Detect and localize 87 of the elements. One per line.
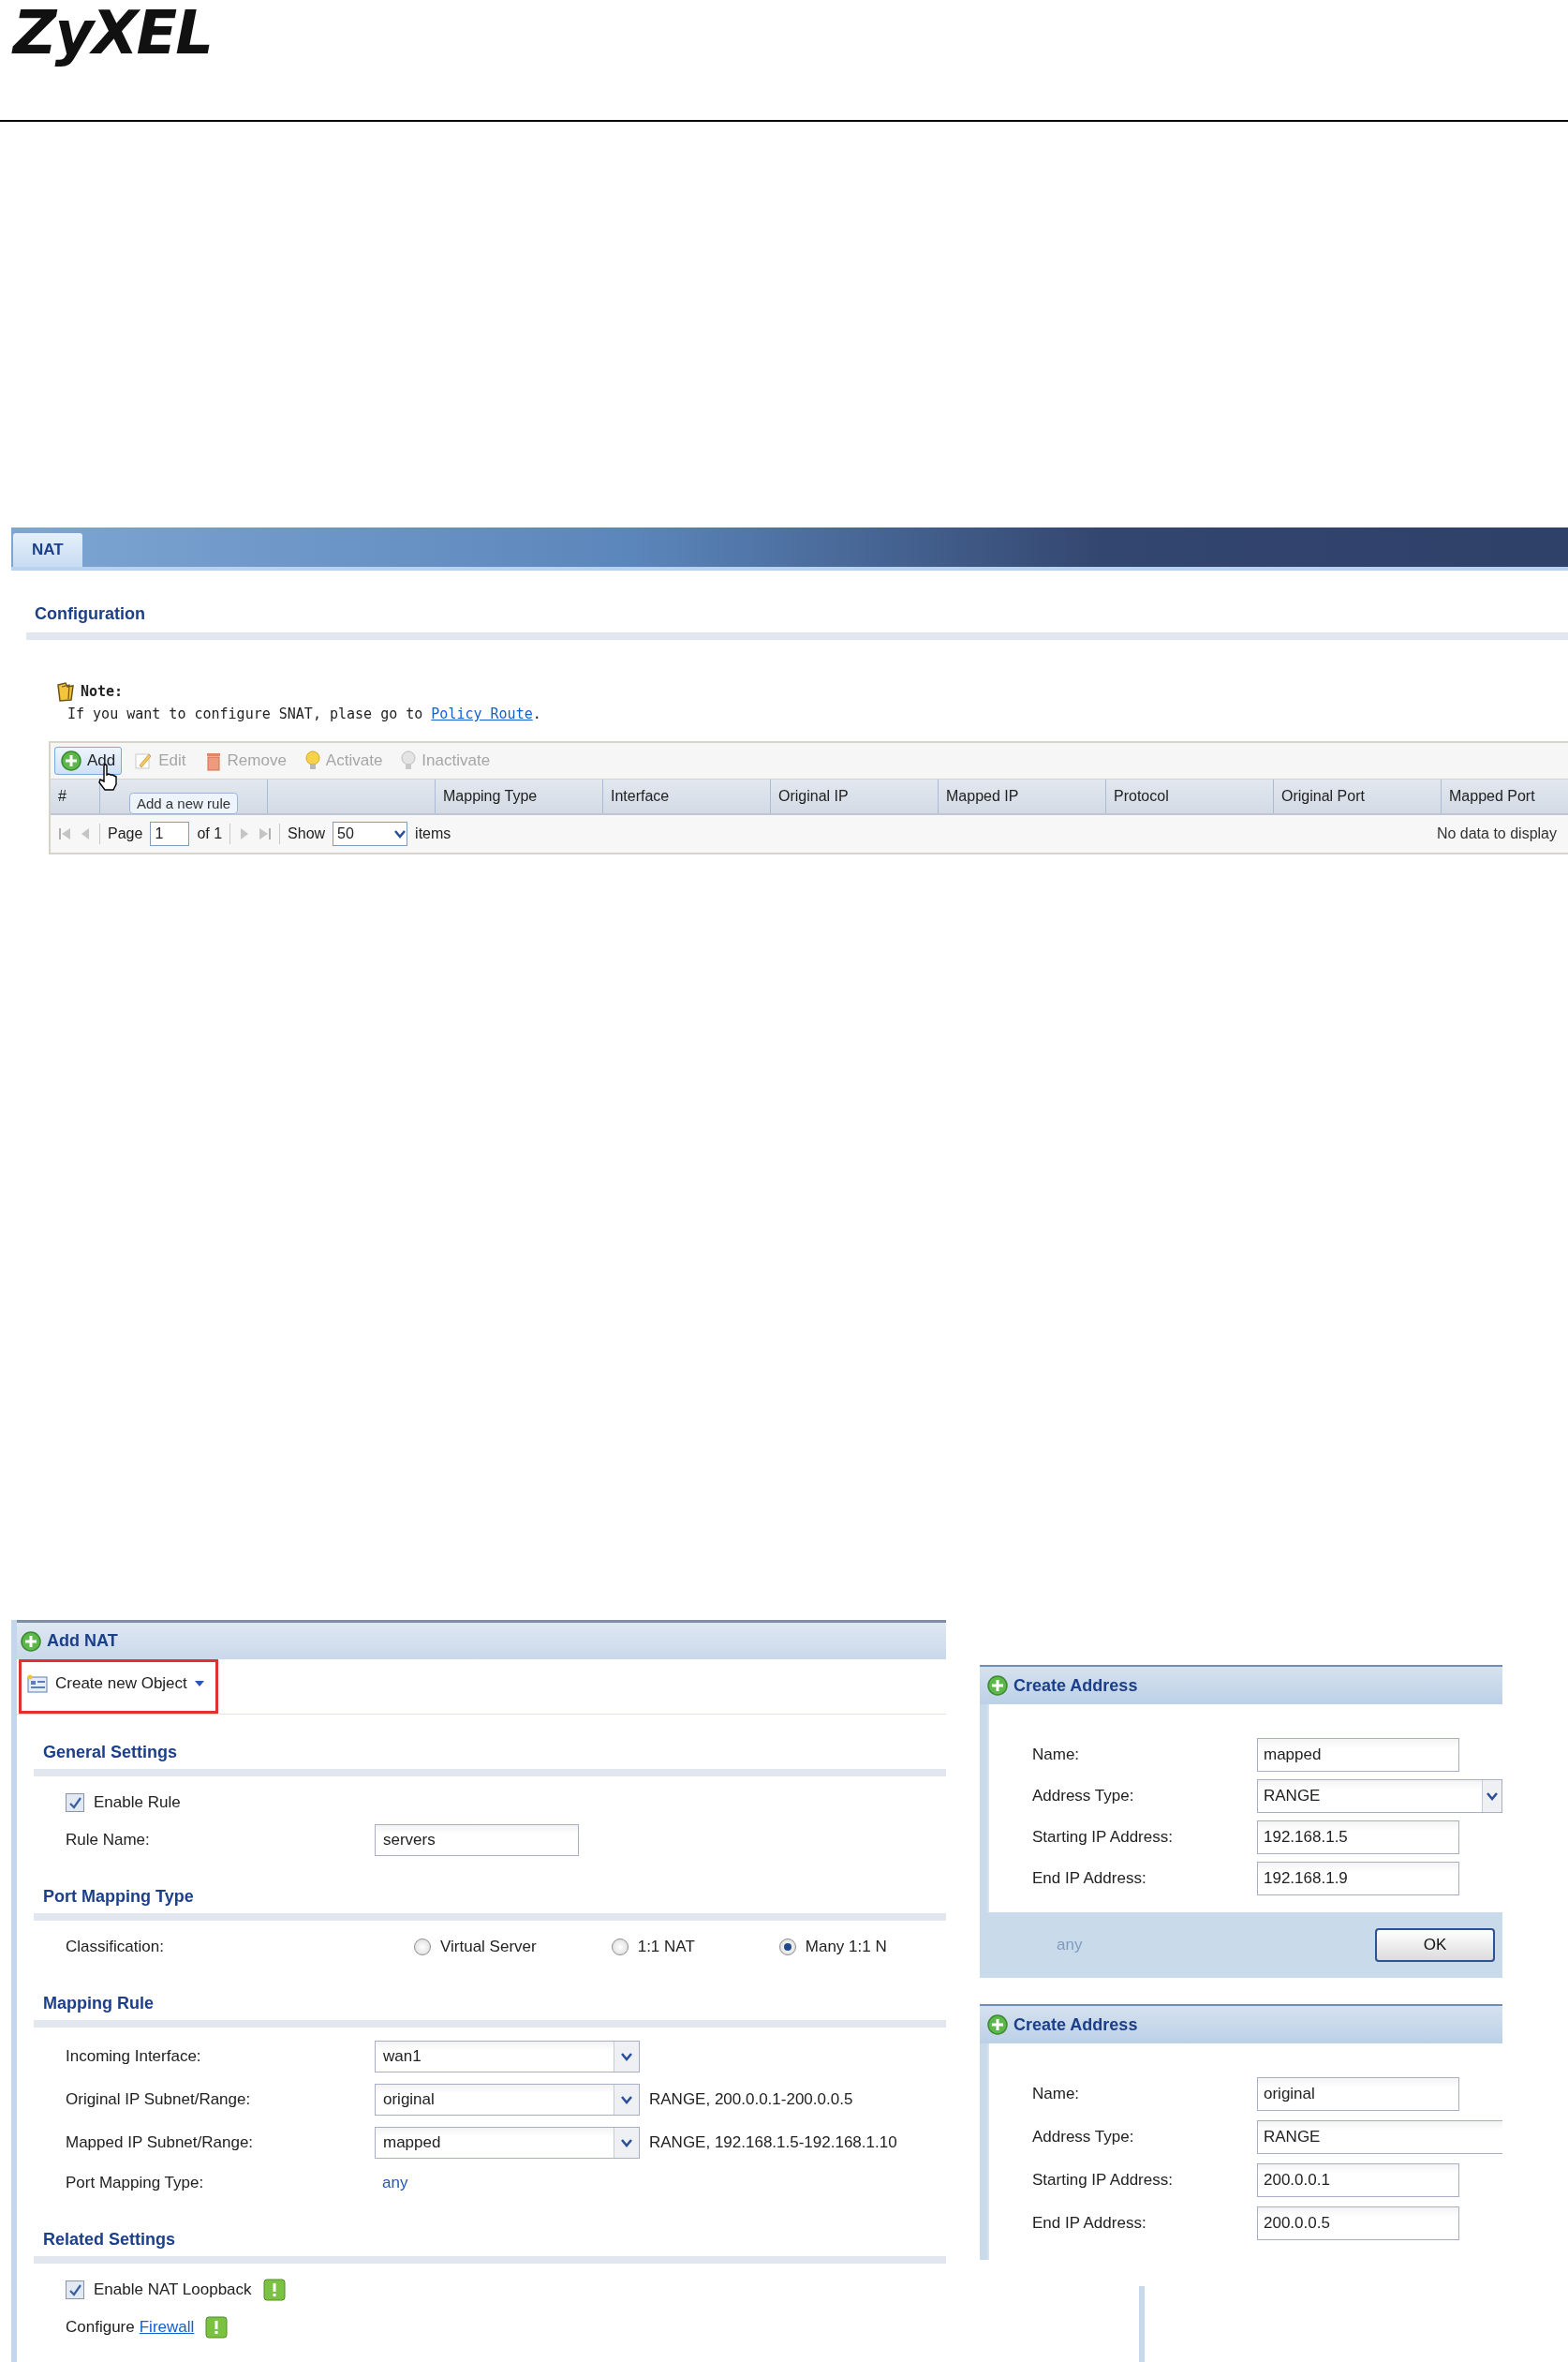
policy-route-link[interactable]: Policy Route — [431, 706, 533, 722]
checkbox[interactable] — [66, 1793, 84, 1812]
create-object-button[interactable]: Create new Object — [19, 1659, 218, 1714]
text-field[interactable]: original — [1257, 2077, 1459, 2111]
dialog-title: Create Address — [1013, 2014, 1138, 2035]
folder-icon — [56, 681, 75, 702]
field-value: any — [382, 2174, 408, 2192]
column-header: Original Port — [1274, 780, 1442, 813]
note-text: If you want to configure SNAT, plase go to Policy Route. — [67, 706, 542, 722]
radio-label: Virtual Server — [440, 1938, 537, 1956]
plus-icon — [987, 2014, 1008, 2035]
section-heading: Configuration — [35, 604, 146, 625]
column-header: Mapped IP — [939, 780, 1106, 813]
plus-icon — [61, 750, 81, 771]
dropdown[interactable]: RANGE — [1257, 2120, 1502, 2154]
column-header: Original IP — [771, 780, 939, 813]
column-header: Interface — [603, 780, 771, 813]
light-bulb-icon — [401, 750, 417, 771]
dialog-title: Create Address — [1013, 1675, 1138, 1696]
text-field[interactable]: 200.0.0.5 — [1257, 2206, 1459, 2240]
column-header: Mapping Type — [436, 780, 603, 813]
radio-button[interactable] — [778, 1939, 796, 1955]
field-label: Rule Name: — [66, 1831, 151, 1849]
pencil-icon — [134, 751, 154, 770]
dropdown[interactable]: original — [375, 2084, 640, 2116]
toolbar-button[interactable]: Add — [54, 747, 123, 775]
text-field[interactable]: mapped — [1257, 1738, 1459, 1772]
dropdown[interactable]: wan1 — [375, 2041, 640, 2072]
show-label: Show — [288, 825, 326, 842]
dropdown[interactable]: mapped — [375, 2127, 640, 2159]
section-heading: Port Mapping Type — [43, 1886, 194, 1907]
text-field[interactable]: servers — [375, 1824, 579, 1856]
tab[interactable]: NAT — [13, 533, 82, 567]
dropdown[interactable]: RANGE — [1257, 1779, 1502, 1813]
plus-icon — [987, 1675, 1008, 1696]
panel-title: Add NAT — [47, 1631, 118, 1651]
field-label: Configure — [66, 2318, 135, 2337]
page-size-dropdown[interactable]: 50 — [333, 822, 408, 846]
text-field[interactable]: 192.168.1.9 — [1257, 1862, 1459, 1895]
column-header: Protocol — [1106, 780, 1274, 813]
first-page-icon — [58, 826, 71, 841]
section-heading: General Settings — [43, 1742, 178, 1762]
section-heading: Related Settings — [43, 2229, 176, 2250]
section-heading: Mapping Rule — [43, 1993, 154, 2013]
caret-icon — [194, 1680, 204, 1687]
checkbox-label: Enable Rule — [94, 1793, 181, 1812]
page-label: Page — [108, 825, 143, 842]
field-label: Address Type: — [1032, 1787, 1135, 1805]
field-label: Port Mapping Type: — [66, 2174, 205, 2192]
column-header: Mapped Port — [1442, 780, 1568, 813]
background-text: any — [1057, 1936, 1083, 1954]
light-bulb-icon — [304, 750, 320, 771]
radio-label: 1:1 NAT — [637, 1938, 695, 1956]
empty-message: No data to display — [1436, 825, 1557, 842]
text-field[interactable]: 200.0.0.1 — [1257, 2163, 1459, 2197]
note-title: Note: — [81, 683, 124, 700]
trash-icon — [204, 750, 222, 771]
radio-label: Many 1:1 N — [805, 1938, 887, 1956]
plus-icon — [21, 1630, 41, 1652]
items-label: items — [415, 825, 451, 842]
field-label: End IP Address: — [1032, 2214, 1147, 2233]
checkbox-label: Enable NAT Loopback — [94, 2280, 252, 2299]
firewall-link[interactable]: Firewall — [139, 2318, 195, 2337]
field-label: Name: — [1032, 1746, 1081, 1764]
range-text: RANGE, 192.168.1.5-192.168.1.10 — [649, 2133, 897, 2152]
field-label: Address Type: — [1032, 2128, 1135, 2147]
form-icon — [27, 1674, 48, 1693]
logo: ZyXEL — [10, 0, 212, 66]
field-label: Incoming Interface: — [66, 2047, 202, 2066]
field-label: Classification: — [66, 1938, 165, 1956]
page-field[interactable]: 1 — [150, 822, 190, 846]
checkbox[interactable] — [66, 2280, 84, 2299]
field-label: Starting IP Address: — [1032, 2171, 1174, 2190]
field-label: Starting IP Address: — [1032, 1828, 1174, 1847]
field-label: End IP Address: — [1032, 1869, 1147, 1888]
ok-button[interactable]: OK — [1375, 1928, 1495, 1962]
field-label: Original IP Subnet/Range: — [66, 2090, 252, 2109]
caret-icon — [393, 829, 407, 839]
field-label: Name: — [1032, 2085, 1081, 2103]
text-field[interactable]: 192.168.1.5 — [1257, 1820, 1459, 1854]
field-label: Mapped IP Subnet/Range: — [66, 2133, 255, 2152]
range-text: RANGE, 200.0.0.1-200.0.0.5 — [649, 2090, 853, 2109]
radio-button[interactable] — [414, 1939, 431, 1955]
page-count: of 1 — [197, 825, 223, 842]
last-page-icon — [259, 826, 273, 841]
radio-button[interactable] — [611, 1939, 629, 1955]
tooltip: Add a new rule — [129, 793, 239, 814]
